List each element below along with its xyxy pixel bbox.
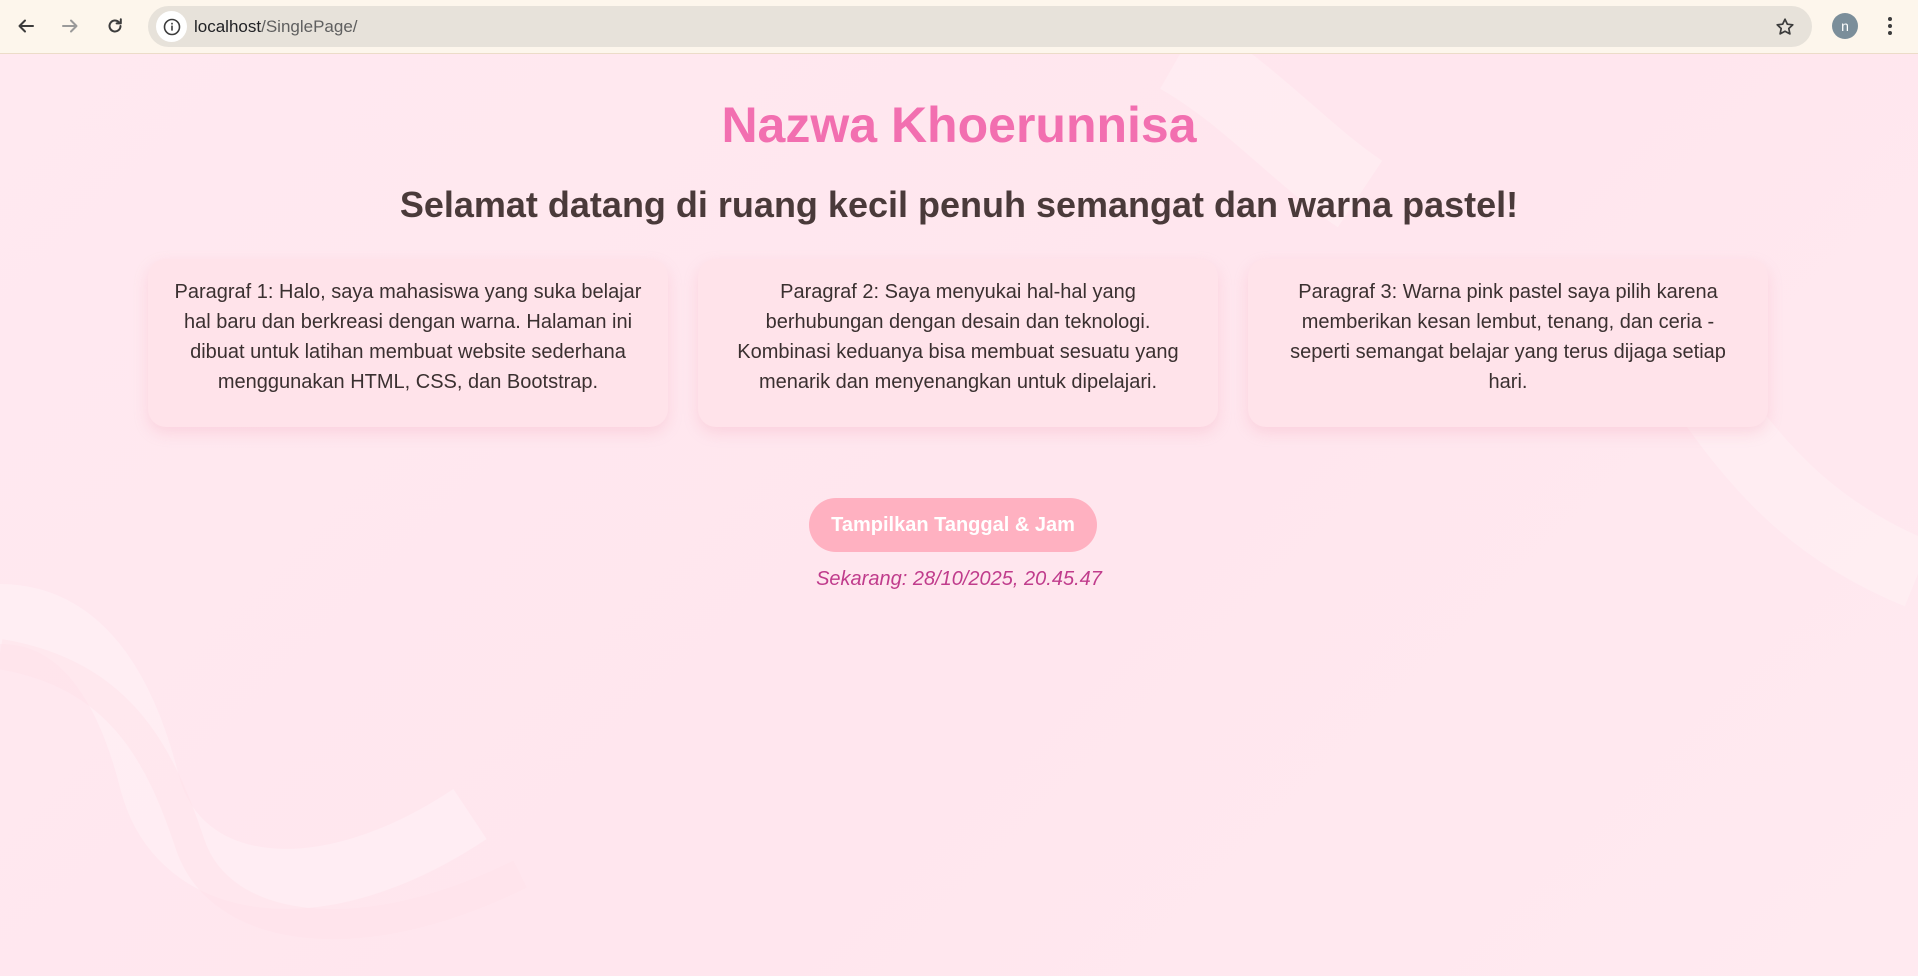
paragraph-card-2: Paragraf 2: Saya menyukai hal-hal yang b… [698,259,1218,427]
back-button[interactable] [8,8,44,44]
kebab-menu-icon [1888,17,1892,35]
page-subtitle: Selamat datang di ruang kecil penuh sema… [399,184,1519,225]
paragraph-card-1: Paragraf 1: Halo, saya mahasiswa yang su… [148,259,668,427]
url-path: /SinglePage/ [261,17,358,36]
url-host: localhost [194,17,262,36]
info-icon [163,18,180,35]
browser-menu-button[interactable] [1876,12,1904,40]
forward-button[interactable] [52,8,88,44]
paragraph-card-3: Paragraf 3: Warna pink pastel saya pilih… [1248,259,1768,427]
address-bar[interactable]: localhost/SinglePage/ [148,6,1812,47]
profile-avatar[interactable]: n [1832,13,1858,39]
forward-arrow-icon [62,19,78,33]
browser-toolbar: localhost/SinglePage/ n [0,0,1918,54]
reload-icon [108,18,122,33]
datetime-output: Sekarang: 28/10/2025, 20.45.47 [816,568,1102,590]
show-datetime-button[interactable]: Tampilkan Tanggal & Jam [809,498,1097,552]
page-viewport: Nazwa Khoerunnisa Selamat datang di ruan… [0,54,1918,976]
site-info-button[interactable] [156,11,187,42]
bookmark-button[interactable] [1772,14,1798,40]
page-title: Nazwa Khoerunnisa [721,97,1197,153]
url-text[interactable]: localhost/SinglePage/ [194,17,358,37]
back-arrow-icon [18,19,34,33]
star-icon [1776,18,1794,35]
reload-button[interactable] [97,8,133,44]
